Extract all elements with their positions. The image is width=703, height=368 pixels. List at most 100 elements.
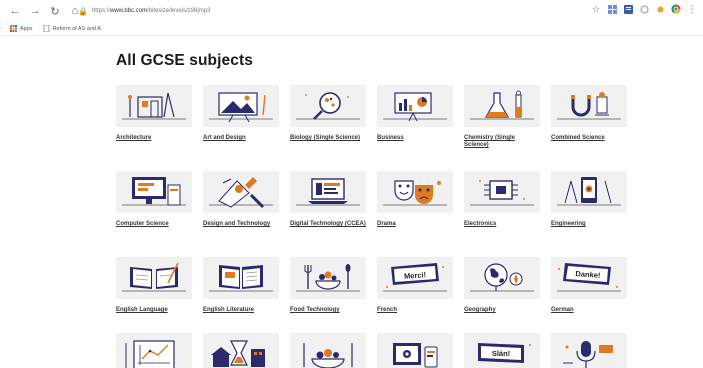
- subject-tile-drama[interactable]: Drama: [377, 171, 453, 228]
- subject-label[interactable]: English Language: [116, 307, 192, 314]
- subject-tile-row4-6[interactable]: [551, 333, 627, 368]
- subject-tile-geography[interactable]: Geography: [464, 257, 540, 314]
- subject-thumbnail: [551, 85, 627, 127]
- subject-thumbnail: [377, 85, 453, 127]
- subject-tile-chemistry[interactable]: Chemistry (Single Science): [464, 85, 540, 149]
- subject-tile-row4-4[interactable]: [377, 333, 453, 368]
- chrome-icon[interactable]: [671, 4, 681, 14]
- subject-tile-french[interactable]: Merci! French: [377, 257, 453, 314]
- microphone-icon: [563, 341, 613, 368]
- lock-icon: 🔒: [78, 6, 88, 16]
- subject-thumbnail: Merci!: [377, 257, 453, 299]
- subject-label[interactable]: Engineering: [551, 221, 627, 228]
- subject-label[interactable]: Architecture: [116, 135, 192, 142]
- open-book-icon: [209, 265, 273, 292]
- subject-tile-art-and-design[interactable]: Art and Design: [203, 85, 279, 142]
- theatre-masks-icon: [383, 180, 447, 206]
- subject-tile-row4-2[interactable]: [203, 333, 279, 368]
- extension-orange-icon[interactable]: [655, 4, 665, 14]
- star-icon[interactable]: ☆: [591, 4, 601, 14]
- subject-label[interactable]: Chemistry (Single Science): [464, 135, 540, 149]
- subject-thumbnail: [290, 171, 366, 213]
- speech-sign-icon: Slán!: [478, 343, 531, 363]
- subject-thumbnail: [203, 171, 279, 213]
- subject-thumbnail: [203, 333, 279, 368]
- bookmark-reform[interactable]: Reform of AS and A: [43, 25, 101, 32]
- sign-text: Danke!: [575, 269, 601, 280]
- extension-doc-icon[interactable]: [623, 4, 633, 14]
- subject-thumbnail: [551, 171, 627, 213]
- subject-tile-electronics[interactable]: Electronics: [464, 171, 540, 228]
- page-icon: [43, 25, 49, 32]
- subject-thumbnail: [290, 333, 366, 368]
- subject-tile-computer-science[interactable]: Computer Science: [116, 171, 192, 228]
- menu-icon[interactable]: ⋮: [687, 4, 697, 14]
- forward-arrow-icon[interactable]: →: [28, 4, 42, 18]
- subject-label[interactable]: Computer Science: [116, 221, 192, 228]
- subject-label[interactable]: Digital Technology (CCEA): [290, 221, 366, 228]
- sign-text: Slán!: [492, 349, 510, 358]
- subject-label[interactable]: Geography: [464, 307, 540, 314]
- extensions-bar: ☆ ⋮: [591, 4, 697, 14]
- subject-label[interactable]: German: [551, 307, 627, 314]
- bookmark-label: Reform of AS and A: [52, 25, 101, 32]
- page-title: All GCSE subjects: [116, 52, 253, 69]
- subject-thumbnail: [116, 333, 192, 368]
- food-bowl-icon: [303, 343, 353, 368]
- bookmark-apps[interactable]: Apps: [10, 25, 33, 32]
- subject-tile-english-literature[interactable]: English Literature: [203, 257, 279, 314]
- subject-thumbnail: [290, 85, 366, 127]
- back-arrow-icon[interactable]: ←: [8, 4, 22, 18]
- subject-thumbnail: [116, 85, 192, 127]
- extension-circle-icon[interactable]: [639, 4, 649, 14]
- subject-thumbnail: [464, 171, 540, 213]
- subject-tile-biology[interactable]: Biology (Single Science): [290, 85, 366, 142]
- subject-label[interactable]: Business: [377, 135, 453, 142]
- subject-label[interactable]: Electronics: [464, 221, 540, 228]
- subject-tile-engineering[interactable]: Engineering: [551, 171, 627, 228]
- address-bar[interactable]: 🔒 https://www.bbc.com/bitesize/levels/z9…: [78, 4, 588, 18]
- subject-tile-english-language[interactable]: English Language: [116, 257, 192, 314]
- subject-label[interactable]: Design and Technology: [203, 221, 279, 228]
- extension-grid-icon[interactable]: [607, 4, 617, 14]
- globe-compass-icon: [470, 263, 534, 292]
- subject-label[interactable]: Art and Design: [203, 135, 279, 142]
- subject-label[interactable]: Drama: [377, 221, 453, 228]
- subject-tile-business[interactable]: Business: [377, 85, 453, 142]
- subject-thumbnail: [377, 171, 453, 213]
- subject-thumbnail: [290, 257, 366, 299]
- graph-board-icon: [125, 340, 175, 368]
- subject-tile-architecture[interactable]: Architecture: [116, 85, 192, 142]
- laptop-icon: [296, 178, 360, 206]
- design-tools-icon: [209, 177, 273, 209]
- url-path: /bitesize/levels/z98jmp3: [147, 8, 211, 14]
- subject-tile-row4-1[interactable]: [116, 333, 192, 368]
- subject-label[interactable]: English Literature: [203, 307, 279, 314]
- subject-tile-row4-3[interactable]: [290, 333, 366, 368]
- subject-tile-combined-science[interactable]: Combined Science: [551, 85, 627, 142]
- subject-thumbnail: Danke!: [551, 257, 627, 299]
- subject-label[interactable]: Food Technology: [290, 307, 366, 314]
- tablet-compass-icon: [557, 177, 621, 206]
- devices-icon: [393, 343, 438, 368]
- hourglass-buildings-icon: [211, 340, 265, 367]
- bookmarks-bar: Apps Reform of AS and A: [0, 22, 703, 36]
- apps-grid-icon: [10, 25, 17, 32]
- subject-tile-design-and-technology[interactable]: Design and Technology: [203, 171, 279, 228]
- reload-icon[interactable]: ↻: [48, 4, 62, 18]
- subject-tile-german[interactable]: Danke! German: [551, 257, 627, 314]
- open-book-pen-icon: [122, 262, 186, 292]
- subject-tile-food-technology[interactable]: Food Technology: [290, 257, 366, 314]
- subject-thumbnail: [464, 85, 540, 127]
- magnet-icon: [557, 92, 621, 120]
- subject-thumbnail: [116, 257, 192, 299]
- computer-icon: [122, 177, 186, 206]
- subject-tile-row4-5[interactable]: Slán!: [464, 333, 540, 368]
- subject-thumbnail: [464, 257, 540, 299]
- speech-sign-icon: Merci!: [383, 263, 447, 292]
- subject-label[interactable]: Combined Science: [551, 135, 627, 142]
- subject-label[interactable]: Biology (Single Science): [290, 135, 366, 142]
- subject-label[interactable]: French: [377, 307, 453, 314]
- subject-tile-digital-technology[interactable]: Digital Technology (CCEA): [290, 171, 366, 228]
- subject-thumbnail: [551, 333, 627, 368]
